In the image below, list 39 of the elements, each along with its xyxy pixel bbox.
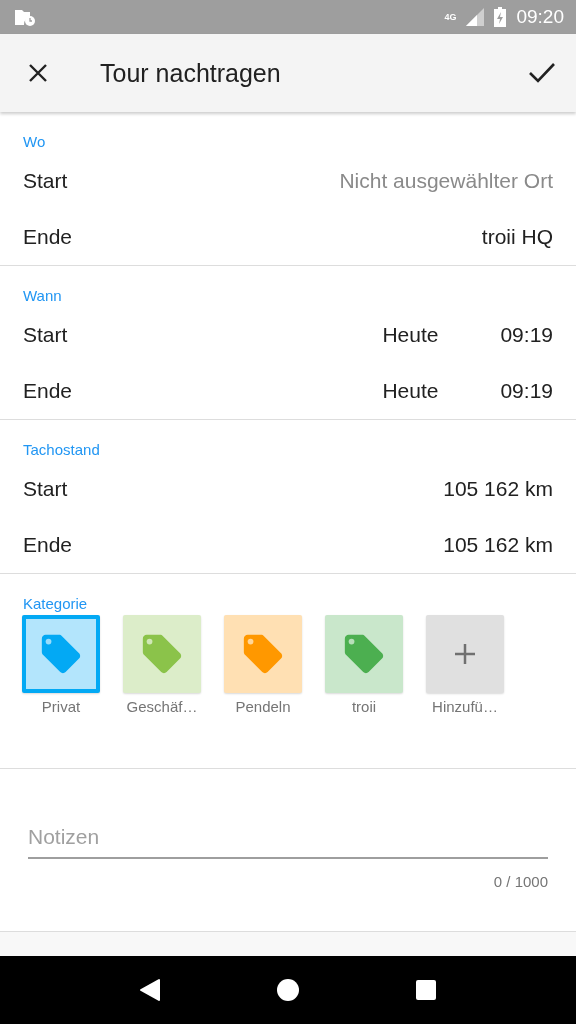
- row-label: Ende: [23, 379, 74, 403]
- row-label: Start: [23, 323, 69, 347]
- plus-icon: [455, 644, 475, 664]
- battery-icon: [494, 7, 507, 27]
- row-label: Ende: [23, 225, 74, 249]
- category-label: troii: [351, 698, 377, 715]
- category-tile[interactable]: [224, 615, 302, 693]
- row-value[interactable]: troii HQ: [481, 225, 553, 249]
- row-label: Start: [23, 477, 69, 501]
- row-value[interactable]: Nicht ausgewählter Ort: [339, 169, 553, 193]
- section-heading: Wann: [22, 286, 63, 306]
- notification-icon: [14, 8, 36, 26]
- signal-icon: [466, 8, 485, 26]
- character-counter: 0 / 1000: [493, 873, 548, 890]
- section-heading: Wo: [22, 132, 47, 152]
- category-label: Pendeln: [235, 698, 291, 715]
- confirm-button[interactable]: [528, 61, 556, 85]
- row-value[interactable]: Heute: [382, 379, 439, 403]
- section-heading: Tachostand: [22, 440, 101, 460]
- category-label: Privat: [41, 698, 81, 715]
- home-button[interactable]: [276, 978, 300, 1002]
- recents-button[interactable]: [415, 979, 437, 1001]
- row-value[interactable]: 09:19: [500, 323, 553, 347]
- row-value[interactable]: 105 162 km: [443, 477, 553, 501]
- clock: 09:20: [516, 6, 564, 28]
- category-label: Geschäf…: [126, 698, 198, 715]
- row-label: Ende: [23, 533, 74, 557]
- section-heading: Kategorie: [22, 594, 89, 614]
- category-tile[interactable]: [325, 615, 403, 693]
- row-label: Start: [23, 169, 69, 193]
- network-type: 4G: [444, 12, 457, 22]
- category-tile[interactable]: [22, 615, 100, 693]
- category-tile[interactable]: [123, 615, 201, 693]
- category-label: Hinzufü…: [432, 698, 498, 715]
- row-value[interactable]: 09:19: [500, 379, 553, 403]
- row-value[interactable]: Heute: [382, 323, 439, 347]
- back-button[interactable]: [139, 978, 161, 1002]
- screen-title: Tour nachtragen: [100, 58, 282, 88]
- row-value[interactable]: 105 162 km: [443, 533, 553, 557]
